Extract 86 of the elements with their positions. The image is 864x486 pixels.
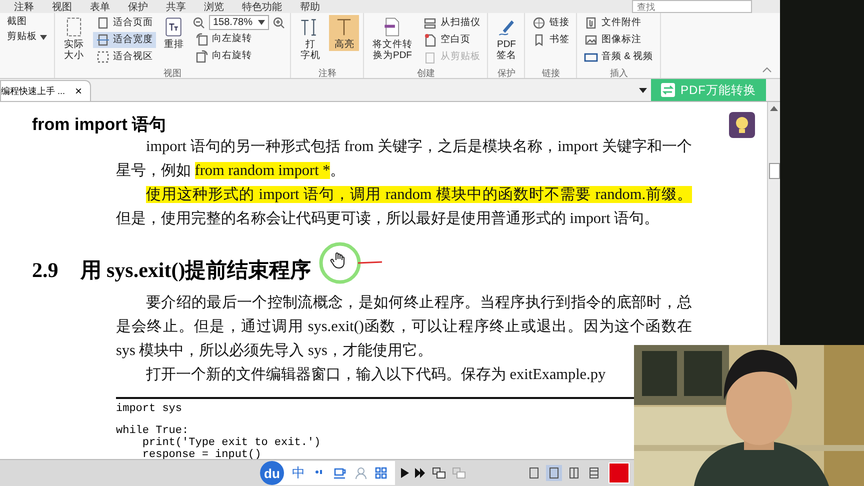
ime-mode[interactable]: 中 xyxy=(292,464,305,482)
menu-tab[interactable]: 表单 xyxy=(90,0,110,14)
rotate-right-icon xyxy=(195,49,209,63)
ribbon-button[interactable]: 重排 xyxy=(160,15,188,51)
search-field[interactable]: 查找 xyxy=(632,0,752,13)
paragraph: 使用这种形式的 import 语句，调用 random 模块中的函数时不需要 random.前缀。 但是，使用完整的名称会让代码更可读，所以最好是使用普通形式的 import 语句。 xyxy=(116,185,692,229)
page-layout-icon xyxy=(528,467,540,479)
ribbon-button[interactable]: 文件附件 xyxy=(581,15,656,31)
scanner-icon xyxy=(423,16,438,30)
grid-icon[interactable] xyxy=(375,467,387,479)
ribbon-button[interactable]: 空白页 xyxy=(420,32,484,48)
page-layout-icon xyxy=(588,467,600,479)
menu-tab[interactable]: 视图 xyxy=(52,0,72,14)
ribbon-button[interactable]: 音频 & 视频 xyxy=(581,49,656,65)
ribbon-button[interactable]: 链接 xyxy=(529,15,572,31)
skip-end-icon[interactable] xyxy=(415,468,426,478)
group-label: 注释 xyxy=(317,67,338,78)
swap-icon xyxy=(660,83,674,97)
caret-icon[interactable] xyxy=(638,88,646,92)
scroll-thumb[interactable] xyxy=(768,163,780,179)
ribbon-button[interactable]: 图像标注 xyxy=(581,32,656,48)
page-layout-icon xyxy=(568,467,580,479)
menu-tab[interactable]: 特色功能 xyxy=(242,0,282,14)
close-button[interactable]: × xyxy=(75,84,82,98)
ribbon-button[interactable]: 书签 xyxy=(529,32,572,48)
ribbon-button[interactable]: 打 字机 xyxy=(295,15,326,62)
group-label: 链接 xyxy=(540,67,561,78)
caret-icon xyxy=(40,34,47,40)
image-icon xyxy=(584,33,598,47)
ribbon-button[interactable]: 从扫描仪 xyxy=(420,15,484,31)
copy-pages-icon[interactable] xyxy=(432,467,446,479)
ribbon-button[interactable]: PDF 签名 xyxy=(492,15,520,62)
code-line: print('Type exit to exit.') xyxy=(141,437,322,449)
globe-link-icon xyxy=(532,16,546,30)
caret-icon xyxy=(258,20,266,25)
menu-tab[interactable]: 共享 xyxy=(166,0,186,14)
rotate-left-icon xyxy=(195,32,209,46)
menu-tab[interactable]: 注释 xyxy=(14,0,34,14)
ribbon-button[interactable]: 剪贴板 xyxy=(4,30,50,44)
ribbon-button[interactable]: 向右旋转 xyxy=(192,48,286,64)
hand-cursor-icon xyxy=(318,240,384,286)
page-width-icon xyxy=(96,33,110,47)
scrollbar[interactable] xyxy=(767,102,780,346)
group-label: 插入 xyxy=(608,67,629,78)
stop-record-icon[interactable] xyxy=(608,462,630,484)
group-label: 保护 xyxy=(496,67,516,78)
paragraph: import 语句的另一种形式包括 from 关键字，之后是模块名称，import 关键字和一个星号，例如 from random import *。 xyxy=(116,137,692,181)
group-label: 视图 xyxy=(162,67,183,78)
code-line: response = input() xyxy=(141,449,262,459)
clipboard-icon xyxy=(423,50,438,64)
attachment-icon xyxy=(584,16,598,30)
page-view-button[interactable] xyxy=(546,465,562,481)
lightbulb-icon[interactable] xyxy=(729,112,755,138)
section-title: 用 sys.exit()提前结束程序 xyxy=(80,257,312,283)
ribbon-button[interactable]: 实际 大小 xyxy=(59,15,89,62)
play-icon[interactable] xyxy=(401,468,409,478)
ribbon-button[interactable]: 向左旋转 xyxy=(192,31,286,47)
menu-tab[interactable]: 浏览 xyxy=(204,0,224,14)
collapse-icon[interactable] xyxy=(762,67,772,73)
section-heading: from import 语句 xyxy=(32,114,166,135)
zoom-field[interactable]: 158.78% xyxy=(209,15,270,30)
reflow-icon xyxy=(164,16,184,38)
menu-tab[interactable]: 帮助 xyxy=(300,0,320,14)
fit-area-icon xyxy=(96,50,110,64)
zoom-out-icon[interactable] xyxy=(192,16,206,30)
menu-tab[interactable]: 保护 xyxy=(128,0,148,14)
paragraph: 打开一个新的文件编辑器窗口，输入以下代码。保存为 exitExample.py xyxy=(145,365,607,385)
scroll-up-icon[interactable] xyxy=(770,106,778,111)
section-number: 2.9 xyxy=(32,257,58,283)
page-fit-icon xyxy=(96,16,110,30)
page-layout-icon xyxy=(548,467,560,479)
group-label: 创建 xyxy=(416,67,436,78)
ribbon-button[interactable]: 截图 xyxy=(4,15,50,29)
cup-icon[interactable] xyxy=(333,467,347,479)
blank-page-icon xyxy=(423,33,438,47)
ribbon-button[interactable]: 高亮 xyxy=(329,15,360,51)
ime-logo[interactable]: du xyxy=(260,461,284,485)
zoom-in-icon[interactable] xyxy=(272,16,286,30)
ribbon-button[interactable]: 适合宽度 xyxy=(93,32,156,48)
ribbon-button[interactable]: 适合页面 xyxy=(93,15,156,31)
code-line: while True: xyxy=(116,425,190,437)
ribbon-button[interactable]: 将文件转 换为PDF xyxy=(368,15,416,62)
document-tab[interactable]: 编程快速上手 ... × xyxy=(0,80,92,101)
paragraph: 要介绍的最后一个控制流概念，是如何终止程序。当程序执行到指令的底部时，总是会终止。但是，通过调用 sys.exit()函数，可以让程序终止或退出。因为这个函数在 sys 模块中，所以必须先导入 sys，才能使用它。 xyxy=(116,293,692,361)
code-line: import sys xyxy=(116,403,184,415)
ribbon-button[interactable]: 适合视区 xyxy=(93,49,156,65)
